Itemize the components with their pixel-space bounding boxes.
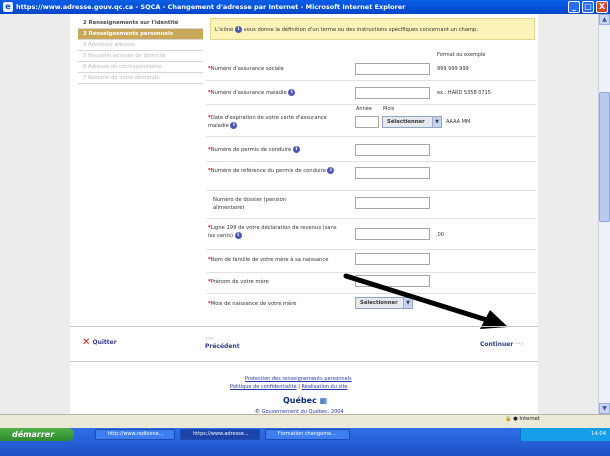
scroll-down-arrow-icon[interactable]: ▼ <box>599 403 610 414</box>
nom-mere-input[interactable] <box>355 253 430 265</box>
chevron-left-icon: ‹·· <box>205 335 214 343</box>
divider <box>206 136 536 137</box>
close-icon: ✕ <box>82 337 91 348</box>
info-icon: i <box>234 26 242 33</box>
dossier-label: Numéro de dossier (pension alimentaire) <box>213 197 287 211</box>
step-identity[interactable]: 2 Renseignements sur l'identité <box>78 18 203 29</box>
confidentiality-link[interactable]: Politique de confidentialité <box>230 384 297 390</box>
page-margin-left <box>0 14 70 414</box>
ram-exp-year-input[interactable] <box>355 116 379 128</box>
lock-icon: 🔒 <box>505 416 512 422</box>
minimize-button[interactable]: _ <box>568 1 580 13</box>
quebec-logo: Québec ▦ <box>283 396 328 405</box>
chevron-down-icon: ▼ <box>432 117 441 127</box>
step-personal-info: 3 Renseignements personnels <box>78 29 203 40</box>
step-mailing-address: 6 Adresse de correspondance <box>78 62 203 73</box>
nom-mere-label: *Nom de famille de votre mère à sa naiss… <box>208 257 329 263</box>
page-margin-right <box>538 14 598 414</box>
divider <box>206 161 536 162</box>
step-old-address: 4 Ancienne adresse <box>78 40 203 51</box>
start-button[interactable]: démarrer <box>0 428 74 441</box>
footer-links: Politique de confidentialité | Réalisati… <box>230 384 348 390</box>
window-title-bar: e https://www.adresse.gouv.qc.ca - SQCA … <box>0 0 610 14</box>
divider <box>206 218 536 219</box>
maximize-button[interactable]: □ <box>582 1 594 13</box>
divider <box>206 249 536 250</box>
quit-button[interactable]: ✕ Quitter <box>82 337 117 348</box>
format-header: Format ou exemple <box>437 52 486 58</box>
previous-button[interactable]: ‹·· Précédent <box>205 335 240 350</box>
security-zone: 🔒 ● Internet <box>505 416 540 422</box>
info-icon[interactable]: i <box>234 232 242 239</box>
ram-input[interactable] <box>355 87 430 99</box>
permis-ref-label: *Numéro de référence du permis de condui… <box>208 167 343 175</box>
taskbar-item[interactable]: https://www.adresse... <box>180 429 260 440</box>
divider <box>206 190 536 191</box>
revenus-suffix: ,00 <box>436 232 444 238</box>
ram-example: ex.: HARD 5358 0715 <box>437 90 491 96</box>
permis-label: *Numéro de permis de conduire i <box>208 146 348 154</box>
info-icon[interactable]: i <box>288 89 296 96</box>
revenus-input[interactable] <box>355 228 430 240</box>
privacy-link[interactable]: Protection des renseignements personnels <box>245 376 352 382</box>
info-icon[interactable]: i <box>230 122 238 129</box>
notice-text-before: L'icône <box>215 27 234 33</box>
window-title: https://www.adresse.gouv.qc.ca - SQCA - … <box>16 3 406 11</box>
month-header: Mois <box>383 106 395 112</box>
ram-exp-example: AAAA MM <box>446 119 471 125</box>
info-icon[interactable]: i <box>292 146 300 153</box>
taskbar-item[interactable]: Formation changeme... <box>265 429 350 440</box>
ram-exp-label: *Date d'expiration de votre carte d'assu… <box>208 115 327 129</box>
system-tray: 14:04 <box>520 428 610 441</box>
divider <box>206 80 536 81</box>
permis-ref-input[interactable] <box>355 167 430 179</box>
year-header: Année <box>356 106 372 112</box>
nas-label: *Numéro d'assurance sociale <box>208 66 284 72</box>
nas-example: 999 999 999 <box>437 66 469 72</box>
site-credits-link[interactable]: Réalisation du site <box>302 384 348 390</box>
globe-icon: ● <box>513 416 518 422</box>
info-notice: L'icône i vous donne la définition d'un … <box>210 18 535 40</box>
clock: 14:04 <box>591 431 606 437</box>
ram-exp-month-select[interactable]: Sélectionner ▼ <box>382 116 442 128</box>
nas-input[interactable] <box>355 63 430 75</box>
notice-text-after: vous donne la définition d'un terme ou d… <box>243 27 479 33</box>
prenom-mere-label: *Prénom de votre mère <box>208 279 269 285</box>
step-summary: 7 Résumé de votre demande <box>78 73 203 84</box>
step-navigation: 2 Renseignements sur l'identité 3 Rensei… <box>78 18 203 84</box>
revenus-label: *Ligne 199 de votre déclaration de reven… <box>208 225 337 239</box>
next-button[interactable]: Continuer ··› <box>480 340 524 348</box>
form-navigation-bar <box>70 326 538 362</box>
scroll-up-arrow-icon[interactable]: ▲ <box>599 14 610 25</box>
close-button[interactable]: X <box>596 1 608 13</box>
dossier-input[interactable] <box>355 197 430 209</box>
info-icon[interactable]: i <box>327 167 335 174</box>
mois-mere-label: *Mois de naissance de votre mère <box>208 301 297 307</box>
permis-input[interactable] <box>355 144 430 156</box>
scroll-thumb[interactable] <box>599 92 610 222</box>
taskbar-item[interactable]: http://www.radioone... <box>95 429 175 440</box>
chevron-right-icon: ··› <box>515 340 524 348</box>
ram-label: *Numéro d'assurance maladie i <box>208 89 348 97</box>
ie-icon: e <box>3 2 13 12</box>
step-new-address: 5 Nouvelle adresse de domicile <box>78 51 203 62</box>
